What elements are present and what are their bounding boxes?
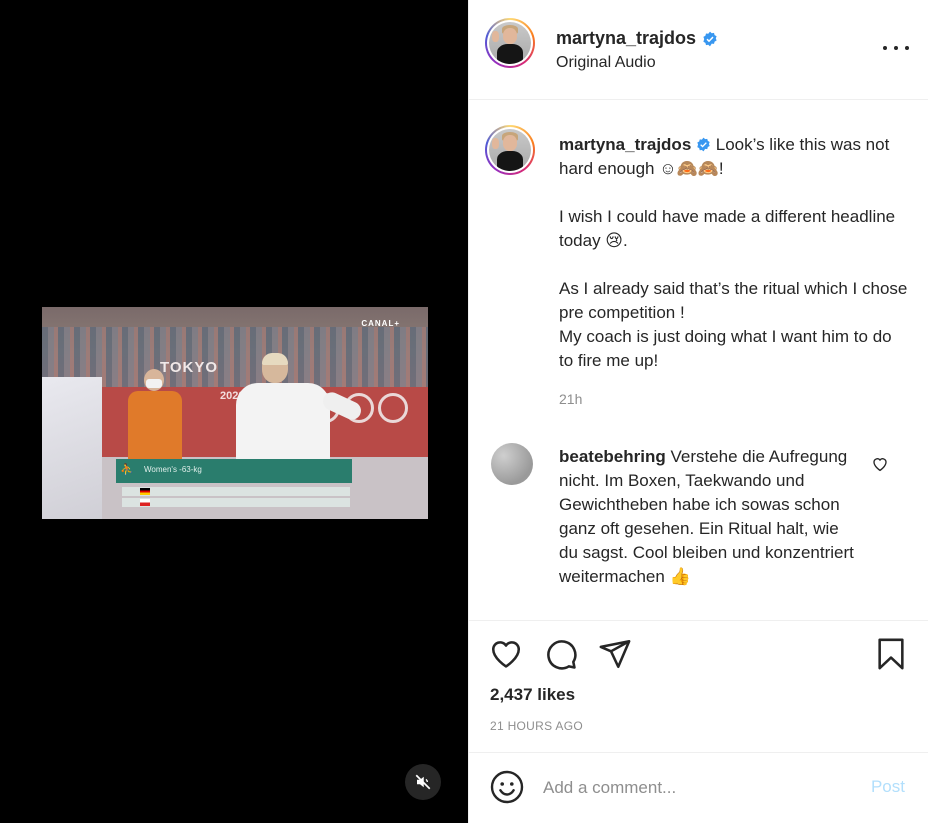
instagram-post-view: TOKYO 2020 CANAL+ ⛹ Women's -63-kg marty… (0, 0, 928, 823)
mute-toggle-button[interactable] (405, 764, 441, 800)
video-overlay-text: Women's -63-kg (144, 465, 202, 474)
verified-badge-icon (697, 137, 710, 152)
heart-icon[interactable] (489, 637, 523, 671)
more-options-icon (883, 46, 887, 50)
comment-like-heart-icon[interactable] (871, 455, 889, 473)
video-mat (42, 377, 102, 519)
germany-flag-icon (140, 488, 150, 495)
comments-scroll-area[interactable]: martyna_trajdos Look’s like this was not… (469, 101, 928, 619)
video-frame[interactable]: TOKYO 2020 CANAL+ ⛹ Women's -63-kg (42, 307, 428, 519)
author-avatar[interactable] (485, 18, 535, 68)
flag-icon (140, 499, 150, 506)
caption-line-2: I wish I could have made a different hea… (559, 207, 896, 250)
author-username[interactable]: martyna_trajdos (556, 28, 696, 49)
likes-count[interactable]: 2,437 likes (490, 685, 575, 705)
share-icon[interactable] (598, 637, 632, 671)
post-comment-button[interactable]: Post (871, 777, 905, 797)
caption-line-4: My coach is just doing what I want him t… (559, 327, 892, 370)
caption-line-3: As I already said that’s the ritual whic… (559, 279, 908, 322)
audio-label[interactable]: Original Audio (556, 54, 656, 72)
comment-body: Verstehe die Aufregung nicht. Im Boxen, … (559, 447, 854, 586)
bookmark-icon[interactable] (874, 637, 908, 671)
comment-input[interactable] (543, 773, 843, 803)
video-athlete-row (122, 498, 350, 507)
post-header: martyna_trajdos Original Audio (469, 0, 928, 100)
comment-composer: Post (469, 752, 928, 823)
emoji-icon[interactable] (489, 769, 525, 805)
post-time[interactable]: 21 HOURS AGO (490, 719, 583, 733)
media-pane[interactable]: TOKYO 2020 CANAL+ ⛹ Women's -63-kg (0, 0, 468, 823)
caption-author-avatar[interactable] (485, 125, 535, 175)
verified-badge-icon (703, 31, 717, 46)
video-athlete-row (122, 487, 350, 496)
comment: beatebehring Verstehe die Aufregung nich… (559, 445, 859, 589)
post-panel: martyna_trajdos Original Audio martyna_t… (468, 0, 928, 823)
caption-timestamp[interactable]: 21h (559, 391, 582, 407)
judo-icon: ⛹ (120, 464, 134, 476)
more-options-button[interactable] (883, 38, 909, 58)
caption-username[interactable]: martyna_trajdos (559, 135, 691, 154)
comment-icon[interactable] (544, 637, 578, 671)
author-info: martyna_trajdos (556, 28, 718, 49)
broadcaster-logo: CANAL+ (361, 319, 400, 328)
post-caption: martyna_trajdos Look’s like this was not… (559, 133, 909, 373)
muted-speaker-icon (415, 774, 431, 790)
post-actions: 2,437 likes 21 HOURS AGO (469, 620, 928, 770)
commenter-avatar[interactable] (491, 443, 533, 485)
commenter-username[interactable]: beatebehring (559, 447, 666, 466)
video-athlete-figure (222, 353, 364, 473)
